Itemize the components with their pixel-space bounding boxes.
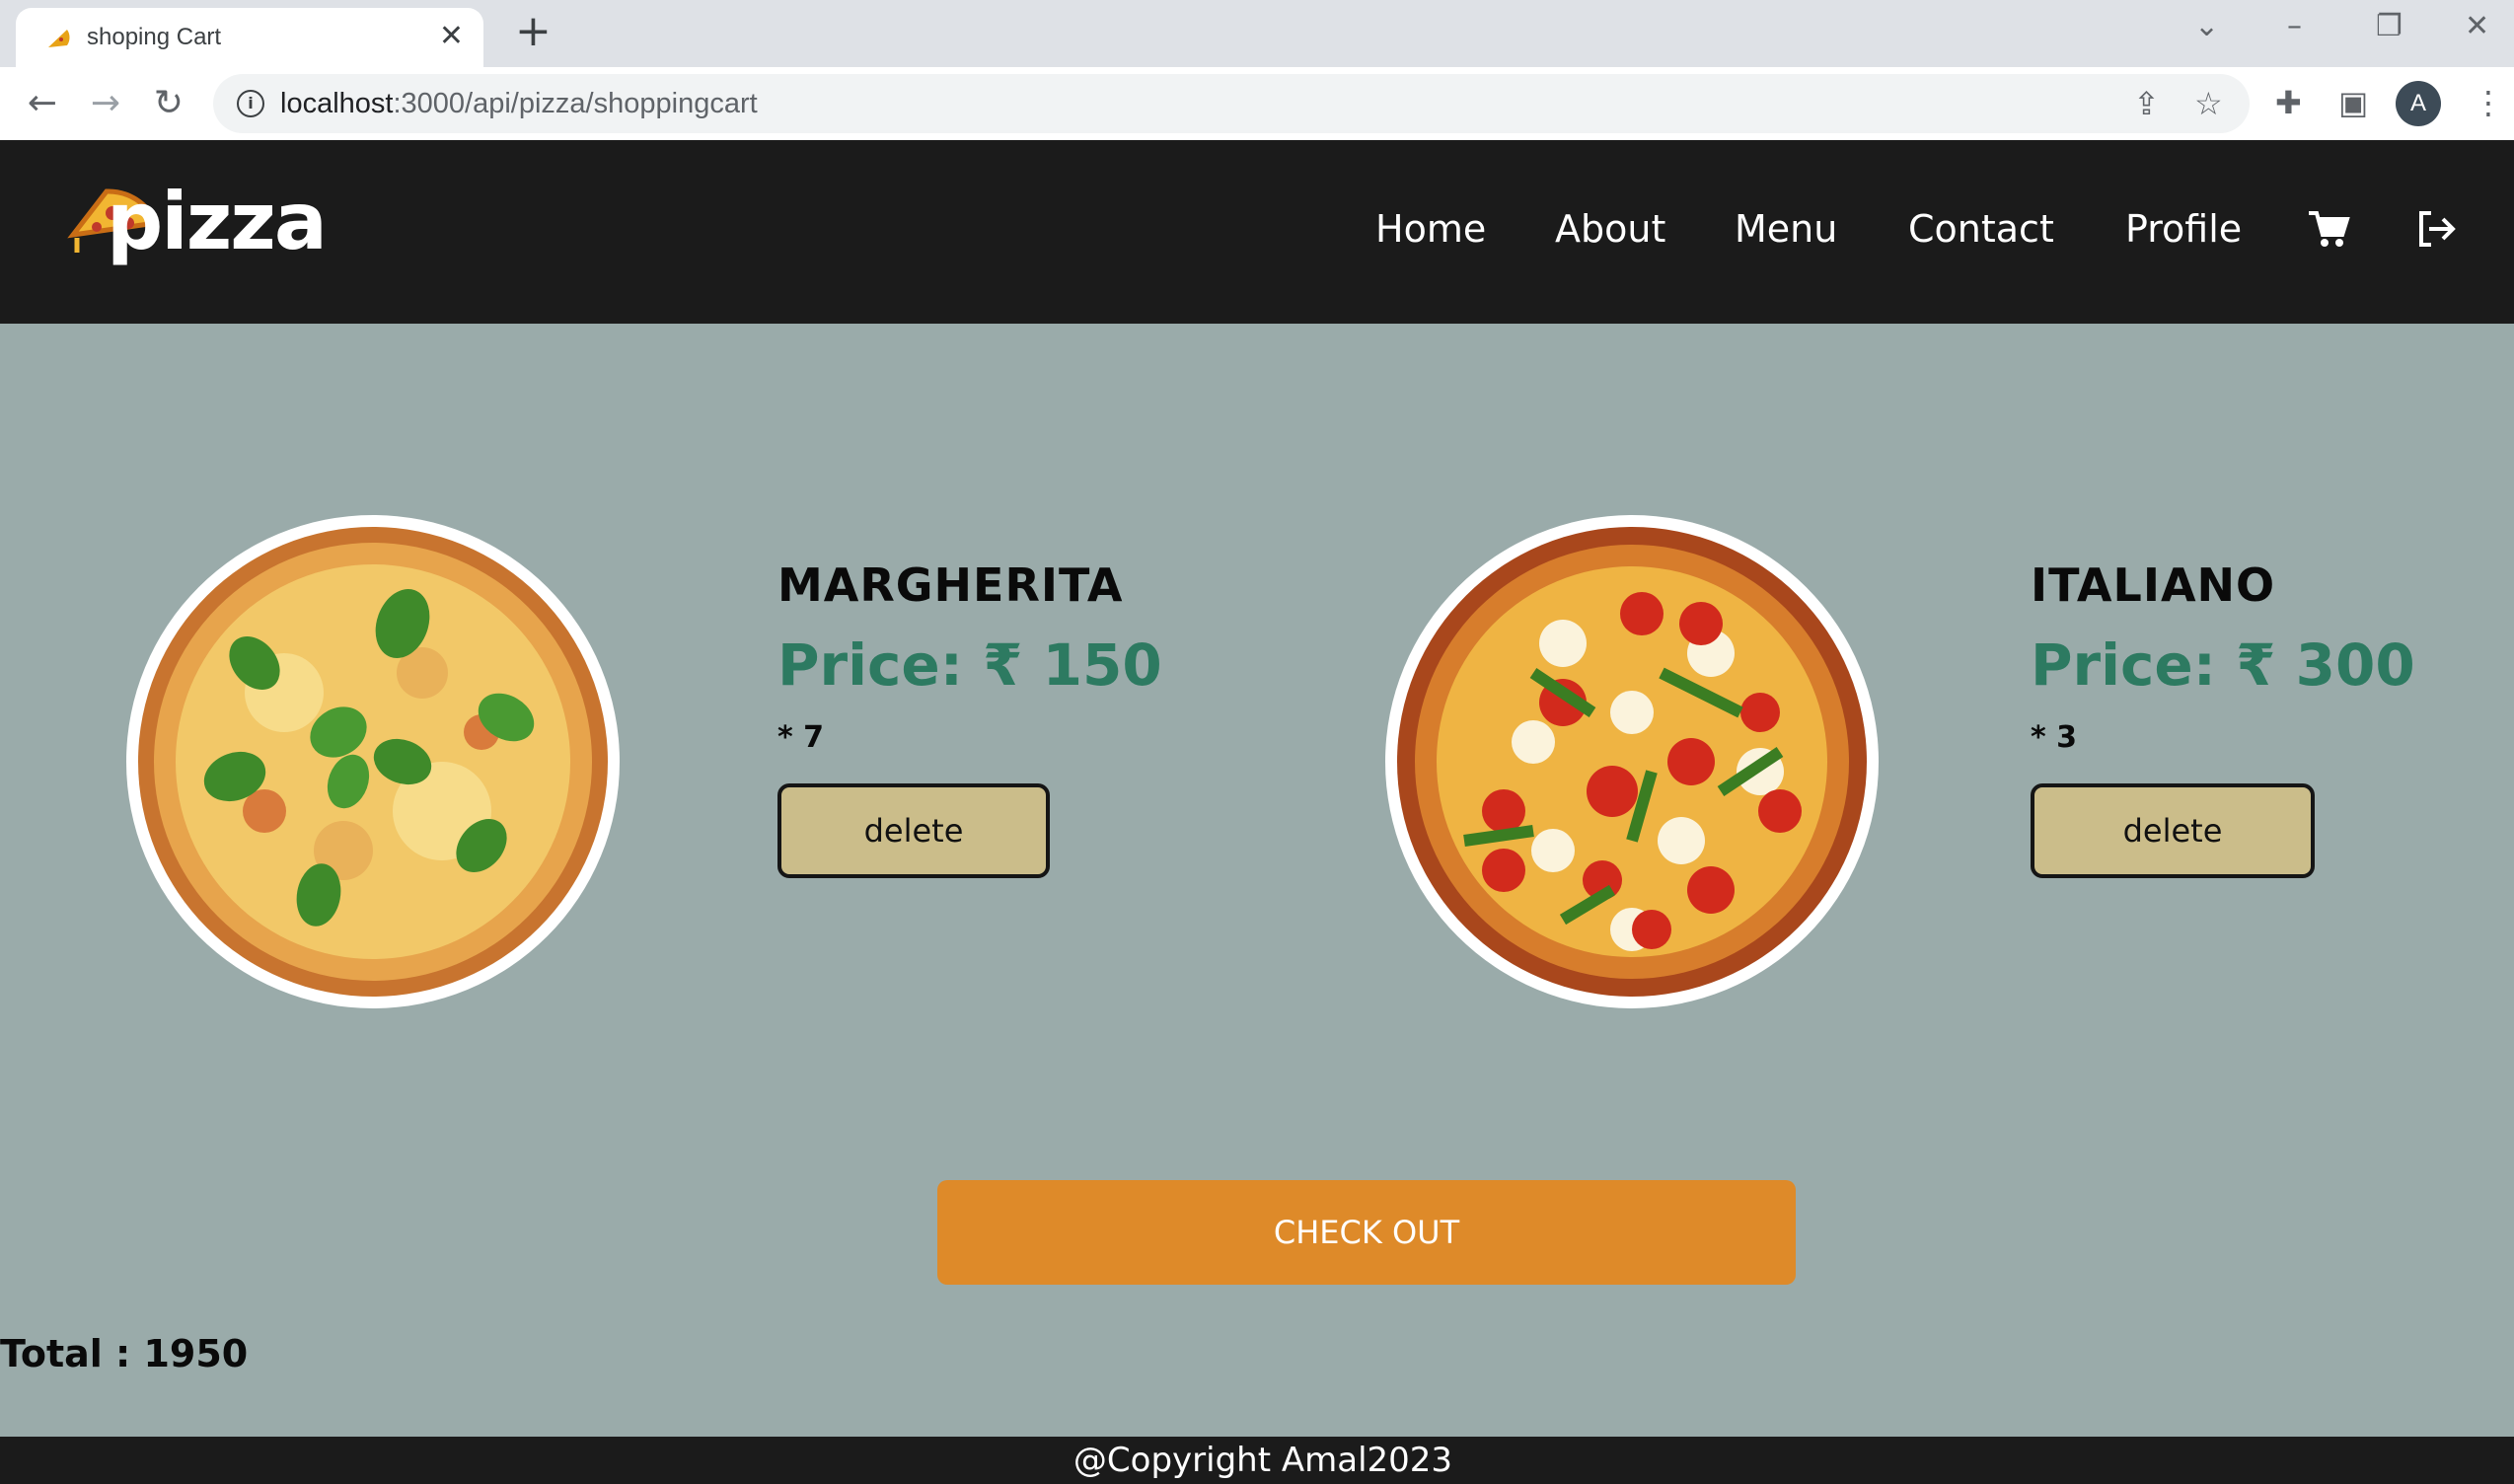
copyright-text: @Copyright Amal2023: [1072, 1441, 1453, 1480]
site-header: pizza Home About Menu Contact Profile: [0, 140, 2514, 324]
tab-search-icon[interactable]: ⌄: [2194, 12, 2219, 41]
site-info-icon[interactable]: i: [237, 90, 264, 117]
item-name: MARGHERITA: [777, 558, 1124, 612]
forward-icon[interactable]: →: [83, 81, 128, 126]
nav-menu[interactable]: Menu: [1735, 207, 1837, 251]
nav-profile[interactable]: Profile: [2125, 207, 2242, 251]
cart-icon[interactable]: [2307, 207, 2350, 251]
back-icon[interactable]: ←: [20, 81, 65, 126]
item-name: ITALIANO: [2031, 558, 2276, 612]
italiano-pizza-image: [1385, 515, 1879, 1008]
logo-text: pizza: [107, 176, 328, 267]
site-footer: @Copyright Amal2023: [0, 1437, 2514, 1484]
checkout-button[interactable]: CHECK OUT: [937, 1180, 1796, 1285]
tab-close-icon[interactable]: ✕: [439, 22, 464, 51]
close-window-icon[interactable]: ✕: [2465, 12, 2489, 41]
new-tab-icon[interactable]: +: [515, 10, 552, 53]
tab-title: shoping Cart: [87, 24, 222, 50]
delete-button[interactable]: delete: [777, 783, 1050, 878]
logout-icon[interactable]: [2415, 207, 2459, 251]
minimize-icon[interactable]: –: [2287, 12, 2302, 41]
item-quantity: * 3: [2031, 720, 2078, 755]
profile-avatar[interactable]: A: [2396, 81, 2441, 126]
item-quantity: * 7: [777, 720, 825, 755]
side-panel-icon[interactable]: ▣: [2338, 85, 2368, 120]
nav-home[interactable]: Home: [1375, 207, 1486, 251]
item-price: Price: ₹ 150: [777, 631, 1162, 699]
url-text: localhost:3000/api/pizza/shoppingcart: [280, 88, 758, 119]
delete-button[interactable]: delete: [2031, 783, 2315, 878]
site-logo[interactable]: pizza: [67, 176, 328, 292]
nav-about[interactable]: About: [1555, 207, 1665, 251]
browser-tab[interactable]: shoping Cart ✕: [16, 8, 483, 67]
pizza-favicon-icon: [48, 30, 70, 47]
margherita-pizza-image: [126, 515, 620, 1008]
item-price: Price: ₹ 300: [2031, 631, 2415, 699]
extensions-icon[interactable]: ✚: [2275, 85, 2302, 120]
nav-contact[interactable]: Contact: [1908, 207, 2054, 251]
share-icon[interactable]: ⇪: [2133, 86, 2160, 121]
browser-menu-icon[interactable]: ⋮: [2473, 85, 2504, 120]
reload-icon[interactable]: ↻: [146, 81, 191, 126]
browser-toolbar: ← → ↻ i localhost:3000/api/pizza/shoppin…: [0, 67, 2514, 140]
browser-tabbar: shoping Cart ✕ + ⌄ – ❐ ✕: [0, 0, 2514, 67]
cart-total: Total : 1950: [0, 1332, 249, 1375]
restore-icon[interactable]: ❐: [2376, 12, 2403, 41]
address-bar[interactable]: i localhost:3000/api/pizza/shoppingcart …: [213, 74, 2250, 133]
bookmark-star-icon[interactable]: ☆: [2194, 86, 2223, 121]
